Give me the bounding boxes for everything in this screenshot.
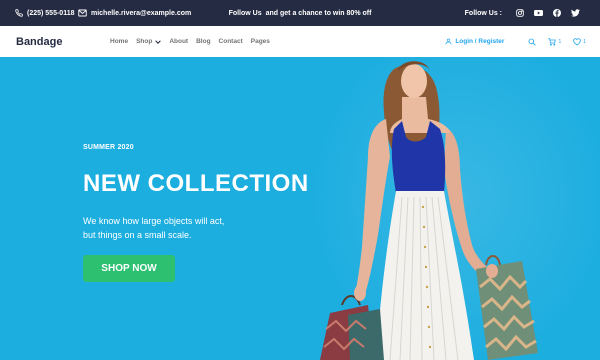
login-register-link[interactable]: Login / Register [445,38,504,45]
brand-logo[interactable]: Bandage [16,26,62,57]
search-icon [529,38,537,46]
promo-text: and get a chance to win 80% off [265,9,372,17]
wishlist-count: 1 [583,38,586,45]
hero-description-line: We know how large objects will act, [83,216,225,226]
nav-item-label: About [169,38,189,45]
chevron-down-icon [155,39,162,44]
facebook-icon[interactable] [553,9,565,17]
instagram-icon[interactable] [516,9,528,17]
nav-item-shop[interactable]: Shop [136,38,162,45]
twitter-icon[interactable] [571,9,584,17]
hero-headline: NEW COLLECTION [83,170,309,197]
nav-item-contact[interactable]: Contact [219,38,243,45]
main-menu: Home Shop About Blog Contact Pages [110,26,278,57]
youtube-icon[interactable] [534,9,547,17]
wishlist-button[interactable]: 1 [573,37,586,46]
hero-model-image [320,61,538,360]
hero-description: We know how large objects will act, but … [83,214,303,242]
nav-item-blog[interactable]: Blog [196,38,210,45]
nav-item-label: Shop [136,38,153,45]
hero-banner: SUMMER 2020 NEW COLLECTION We know how l… [0,57,600,360]
login-label: Login / Register [455,38,505,45]
main-navbar: Bandage Home Shop About Blog Contact Pag… [0,26,600,57]
nav-item-label: Pages [250,38,270,45]
promo-follow-label: Follow Us [228,9,262,17]
top-bar: (225) 555-0118 michelle.rivera@example.c… [0,0,600,26]
follow-us-label: Follow Us : [464,9,502,17]
nav-actions: Login / Register 1 1 [445,26,586,57]
hero-eyebrow: SUMMER 2020 [83,144,134,151]
nav-item-label: Home [110,38,129,45]
nav-item-label: Blog [196,38,211,45]
cart-count: 1 [558,38,562,45]
cart-button[interactable]: 1 [548,37,562,46]
nav-item-home[interactable]: Home [110,38,128,45]
search-button[interactable] [528,38,537,46]
user-icon [445,38,452,45]
nav-item-label: Contact [218,38,243,45]
heart-icon [573,37,581,45]
nav-item-pages[interactable]: Pages [251,38,270,45]
hero-description-line: but things on a small scale. [83,230,192,240]
cart-icon [548,37,557,46]
nav-item-about[interactable]: About [169,38,188,45]
shop-now-button[interactable]: SHOP NOW [83,255,175,282]
social-links: Follow Us : [465,0,584,26]
